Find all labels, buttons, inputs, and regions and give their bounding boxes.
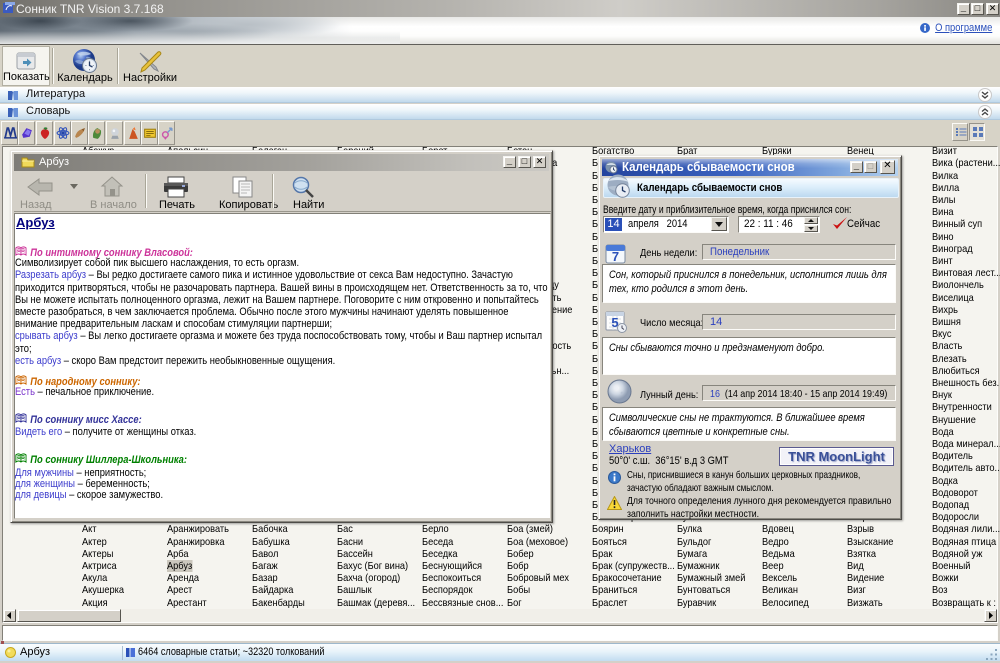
svg-text:7: 7	[612, 249, 619, 264]
